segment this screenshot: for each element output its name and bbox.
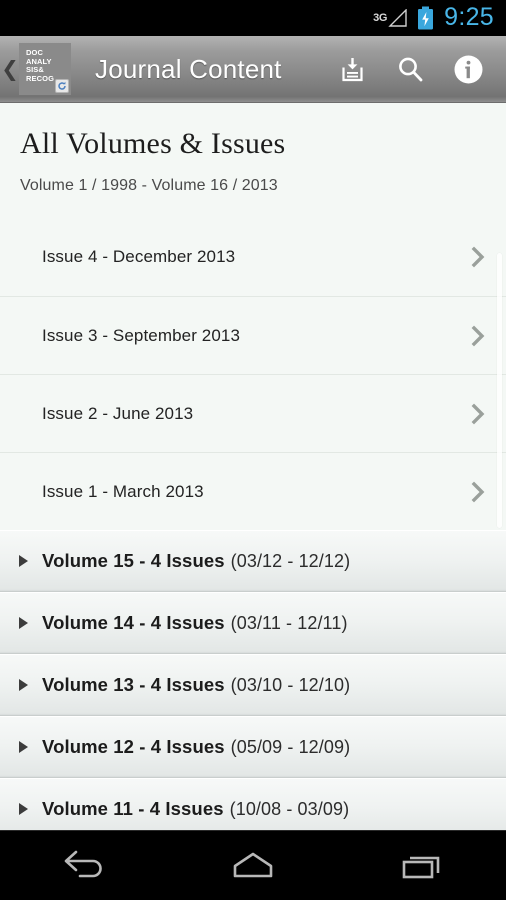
chevron-right-icon: [470, 403, 486, 425]
volume-row[interactable]: Volume 12 - 4 Issues (05/09 - 12/09): [0, 716, 506, 778]
network-type-label: 3G: [373, 12, 388, 24]
recents-icon: [398, 849, 446, 883]
volume-list: Volume 15 - 4 Issues (03/12 - 12/12) Volu…: [0, 530, 506, 830]
action-bar-buttons: [323, 36, 506, 103]
list-item[interactable]: Issue 3 - September 2013: [0, 296, 506, 374]
download-button[interactable]: [323, 36, 381, 103]
back-arrow-icon: [60, 849, 108, 883]
page-title: Journal Content: [95, 53, 282, 84]
volume-text: Volume 13 - 4 Issues (03/10 - 12/10): [0, 674, 350, 696]
volume-range: (10/08 - 03/09): [229, 799, 350, 819]
volume-row[interactable]: Volume 13 - 4 Issues (03/10 - 12/10): [0, 654, 506, 716]
section-subtitle: Volume 1 / 1998 - Volume 16 / 2013: [20, 177, 278, 194]
volume-range: (03/12 - 12/12): [230, 551, 351, 571]
action-bar: ❮ DOC ANALY SIS& RECOG Journal Content: [0, 36, 506, 103]
home-icon: [228, 849, 278, 883]
list-item[interactable]: Issue 1 - March 2013: [0, 452, 506, 530]
issue-label: Issue 3 - September 2013: [42, 325, 241, 345]
back-chevron-icon[interactable]: ❮: [0, 36, 20, 103]
clock-label: 9:25: [444, 2, 494, 31]
triangle-right-icon: [19, 555, 28, 567]
triangle-right-icon: [19, 803, 28, 815]
signal-triangle-icon: [388, 7, 408, 28]
search-button[interactable]: [381, 36, 439, 103]
volume-row[interactable]: Volume 15 - 4 Issues (03/12 - 12/12): [0, 530, 506, 592]
nav-home-button[interactable]: [198, 831, 308, 900]
volume-title: Volume 11 - 4 Issues: [42, 798, 224, 819]
triangle-right-icon: [19, 617, 28, 629]
volume-text: Volume 11 - 4 Issues (10/08 - 03/09): [0, 798, 349, 820]
volume-range: (03/10 - 12/10): [230, 675, 351, 695]
volume-title: Volume 12 - 4 Issues: [42, 736, 225, 757]
issue-label: Issue 4 - December 2013: [42, 247, 236, 266]
chevron-right-icon: [470, 246, 486, 268]
info-button[interactable]: [439, 36, 497, 103]
triangle-right-icon: [19, 741, 28, 753]
app-logo[interactable]: DOC ANALY SIS& RECOG: [19, 43, 71, 95]
volume-text: Volume 14 - 4 Issues (03/11 - 12/11): [0, 612, 348, 634]
issue-label: Issue 2 - June 2013: [42, 403, 194, 423]
section-title: All Volumes & Issues: [20, 127, 286, 160]
volume-text: Volume 15 - 4 Issues (03/12 - 12/12): [0, 550, 350, 572]
search-icon: [396, 55, 425, 84]
info-circle-icon: [453, 54, 484, 85]
triangle-right-icon: [19, 679, 28, 691]
volume-row[interactable]: Volume 14 - 4 Issues (03/11 - 12/11): [0, 592, 506, 654]
system-navigation-bar: [0, 830, 506, 900]
volume-range: (03/11 - 12/11): [230, 613, 348, 633]
status-bar: 3G 9:25: [0, 0, 506, 36]
phone-screen: 3G 9:25 ❮ DOC ANALY SIS& RECOG Journal C…: [0, 0, 506, 900]
content-scroll-area[interactable]: All Volumes & Issues Volume 1 / 1998 - V…: [0, 103, 506, 830]
volume-row[interactable]: Volume 11 - 4 Issues (10/08 - 03/09): [0, 778, 506, 830]
list-item[interactable]: Issue 4 - December 2013: [0, 218, 506, 296]
volume-title: Volume 15 - 4 Issues: [42, 550, 225, 571]
volume-title: Volume 14 - 4 Issues: [42, 612, 225, 633]
volume-title: Volume 13 - 4 Issues: [42, 674, 225, 695]
chevron-right-icon: [470, 481, 486, 503]
volume-range: (05/09 - 12/09): [230, 737, 351, 757]
battery-charging-icon: [417, 6, 434, 30]
save-to-inbox-icon: [339, 56, 366, 83]
nav-back-button[interactable]: [29, 831, 139, 900]
volume-text: Volume 12 - 4 Issues (05/09 - 12/09): [0, 736, 350, 758]
chevron-right-icon: [470, 325, 486, 347]
issue-list: Issue 4 - December 2013 Issue 3 - Septem…: [0, 218, 506, 530]
nav-recents-button[interactable]: [367, 831, 477, 900]
list-item[interactable]: Issue 2 - June 2013: [0, 374, 506, 452]
issue-label: Issue 1 - March 2013: [42, 481, 204, 501]
refresh-badge-icon: [55, 79, 69, 93]
